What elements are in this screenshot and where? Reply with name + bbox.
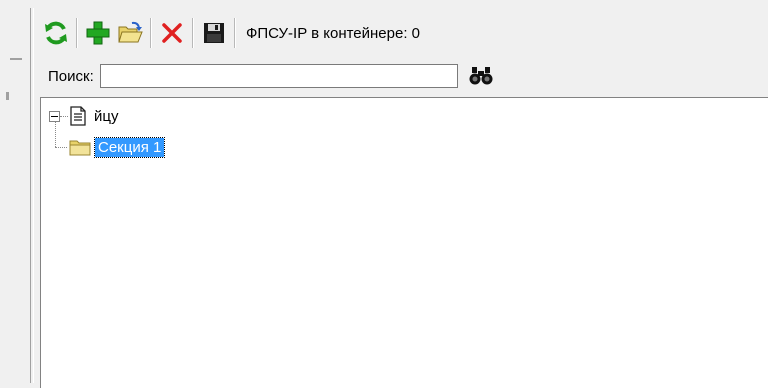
tree-connector xyxy=(60,115,68,117)
close-icon xyxy=(162,23,182,43)
search-bar: Поиск: xyxy=(48,62,748,90)
open-button[interactable] xyxy=(114,17,146,49)
folder-icon xyxy=(69,140,91,156)
search-label: Поиск: xyxy=(48,67,94,85)
delete-button[interactable] xyxy=(156,17,188,49)
toolbar-separator xyxy=(76,18,78,48)
tree-view[interactable]: йцу Секция 1 xyxy=(40,97,768,388)
document-icon xyxy=(70,106,86,126)
binoculars-icon xyxy=(469,67,493,85)
tree-connector xyxy=(55,146,67,148)
open-folder-icon xyxy=(118,21,143,43)
refresh-button[interactable] xyxy=(40,17,72,49)
tree-node-label: Секция 1 xyxy=(93,136,166,158)
plus-icon xyxy=(86,21,110,45)
splitter-highlight xyxy=(33,8,34,383)
left-splitter[interactable] xyxy=(0,0,40,383)
splitter-line xyxy=(30,8,31,383)
find-button[interactable] xyxy=(466,62,496,90)
tree-node-label: йцу xyxy=(94,107,119,125)
toolbar-separator xyxy=(150,18,152,48)
splitter-mark xyxy=(10,58,22,60)
save-button[interactable] xyxy=(198,17,230,49)
toolbar-separator xyxy=(192,18,194,48)
container-count-status: ФПСУ-IP в контейнере: 0 xyxy=(246,24,421,42)
splitter-mark xyxy=(6,92,9,100)
tree-node-section[interactable]: Секция 1 xyxy=(55,135,166,159)
toolbar-separator xyxy=(234,18,236,48)
collapse-toggle[interactable] xyxy=(49,110,60,122)
toolbar: ФПСУ-IP в контейнере: 0 xyxy=(40,12,760,54)
search-input[interactable] xyxy=(99,64,458,88)
tree-node-root[interactable]: йцу xyxy=(49,104,121,128)
floppy-disk-icon xyxy=(204,23,224,43)
add-button[interactable] xyxy=(82,17,114,49)
refresh-icon xyxy=(45,21,67,45)
